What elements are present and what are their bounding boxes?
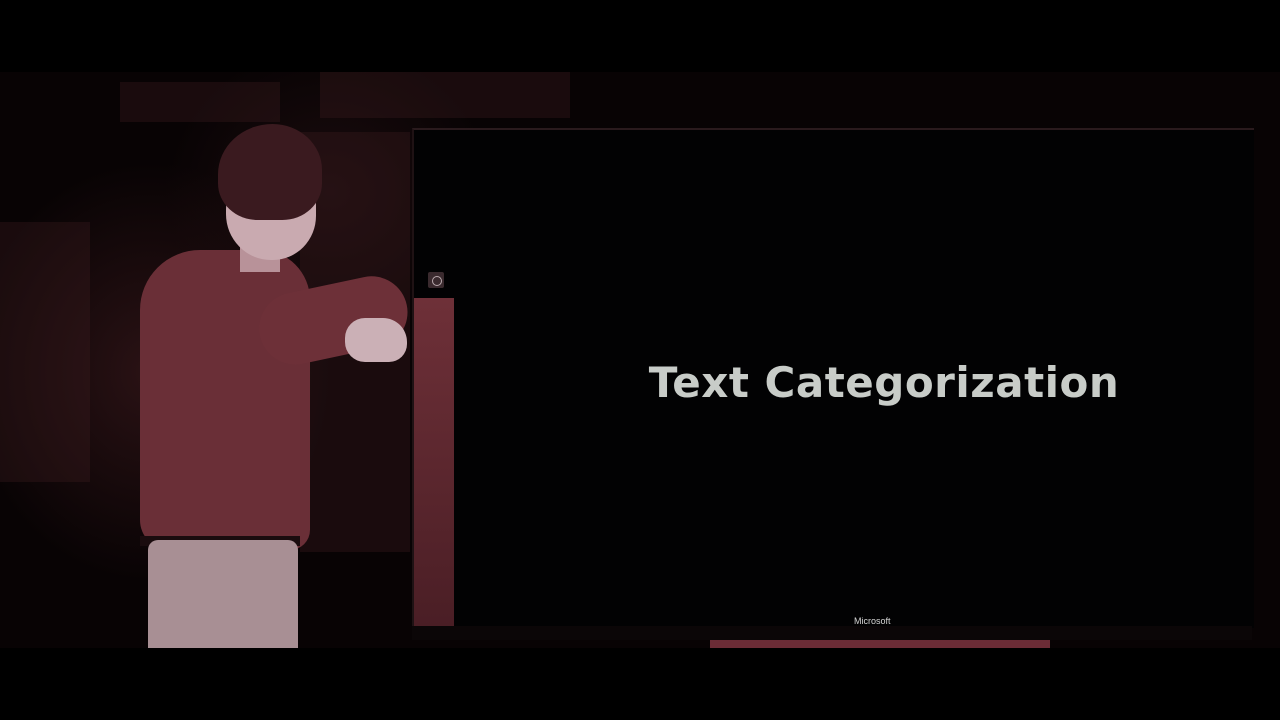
background-shelf: [120, 82, 280, 122]
background-shelf: [0, 222, 90, 482]
screen-stand: [710, 640, 1050, 648]
background-shelf: [320, 72, 570, 118]
screen-brand-label: Microsoft: [854, 616, 891, 626]
letterbox-bottom: [0, 648, 1280, 720]
slide-title: Text Categorization: [648, 358, 1120, 407]
background-cabinet: [300, 132, 410, 552]
letterbox-top: [0, 0, 1280, 72]
screen-bezel: [412, 626, 1252, 640]
screen-settings-icon: [428, 272, 444, 288]
video-frame: Text Categorization Microsoft: [0, 0, 1280, 720]
presentation-screen: Text Categorization Microsoft: [412, 128, 1254, 628]
screen-side-panel: [414, 298, 454, 628]
